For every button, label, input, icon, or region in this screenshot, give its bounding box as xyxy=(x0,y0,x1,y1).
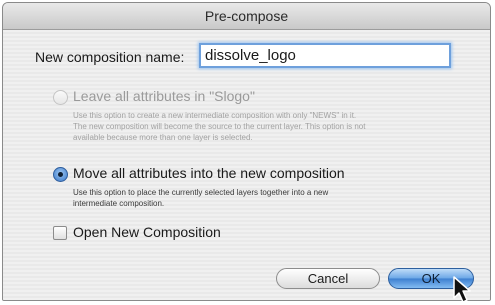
composition-name-input[interactable] xyxy=(199,43,451,68)
dialog-body: New composition name: Leave all attribut… xyxy=(3,30,490,300)
option-leave-attributes-description: Use this option to create a new intermed… xyxy=(73,111,366,142)
dialog-title: Pre-compose xyxy=(3,3,490,30)
option-leave-attributes-label: Leave all attributes in "Slogo" xyxy=(73,88,255,104)
composition-name-label: New composition name: xyxy=(35,49,185,65)
option-move-attributes-description: Use this option to place the currently s… xyxy=(73,188,329,208)
open-new-composition-checkbox[interactable] xyxy=(53,226,67,240)
radio-move-attributes[interactable] xyxy=(53,167,68,182)
open-new-composition-label[interactable]: Open New Composition xyxy=(73,224,221,240)
cancel-button[interactable]: Cancel xyxy=(276,268,380,289)
pre-compose-dialog: Pre-compose New composition name: Leave … xyxy=(2,2,491,301)
radio-leave-attributes xyxy=(53,90,68,105)
mouse-pointer-icon xyxy=(453,276,471,303)
option-move-attributes-label[interactable]: Move all attributes into the new composi… xyxy=(73,165,345,181)
